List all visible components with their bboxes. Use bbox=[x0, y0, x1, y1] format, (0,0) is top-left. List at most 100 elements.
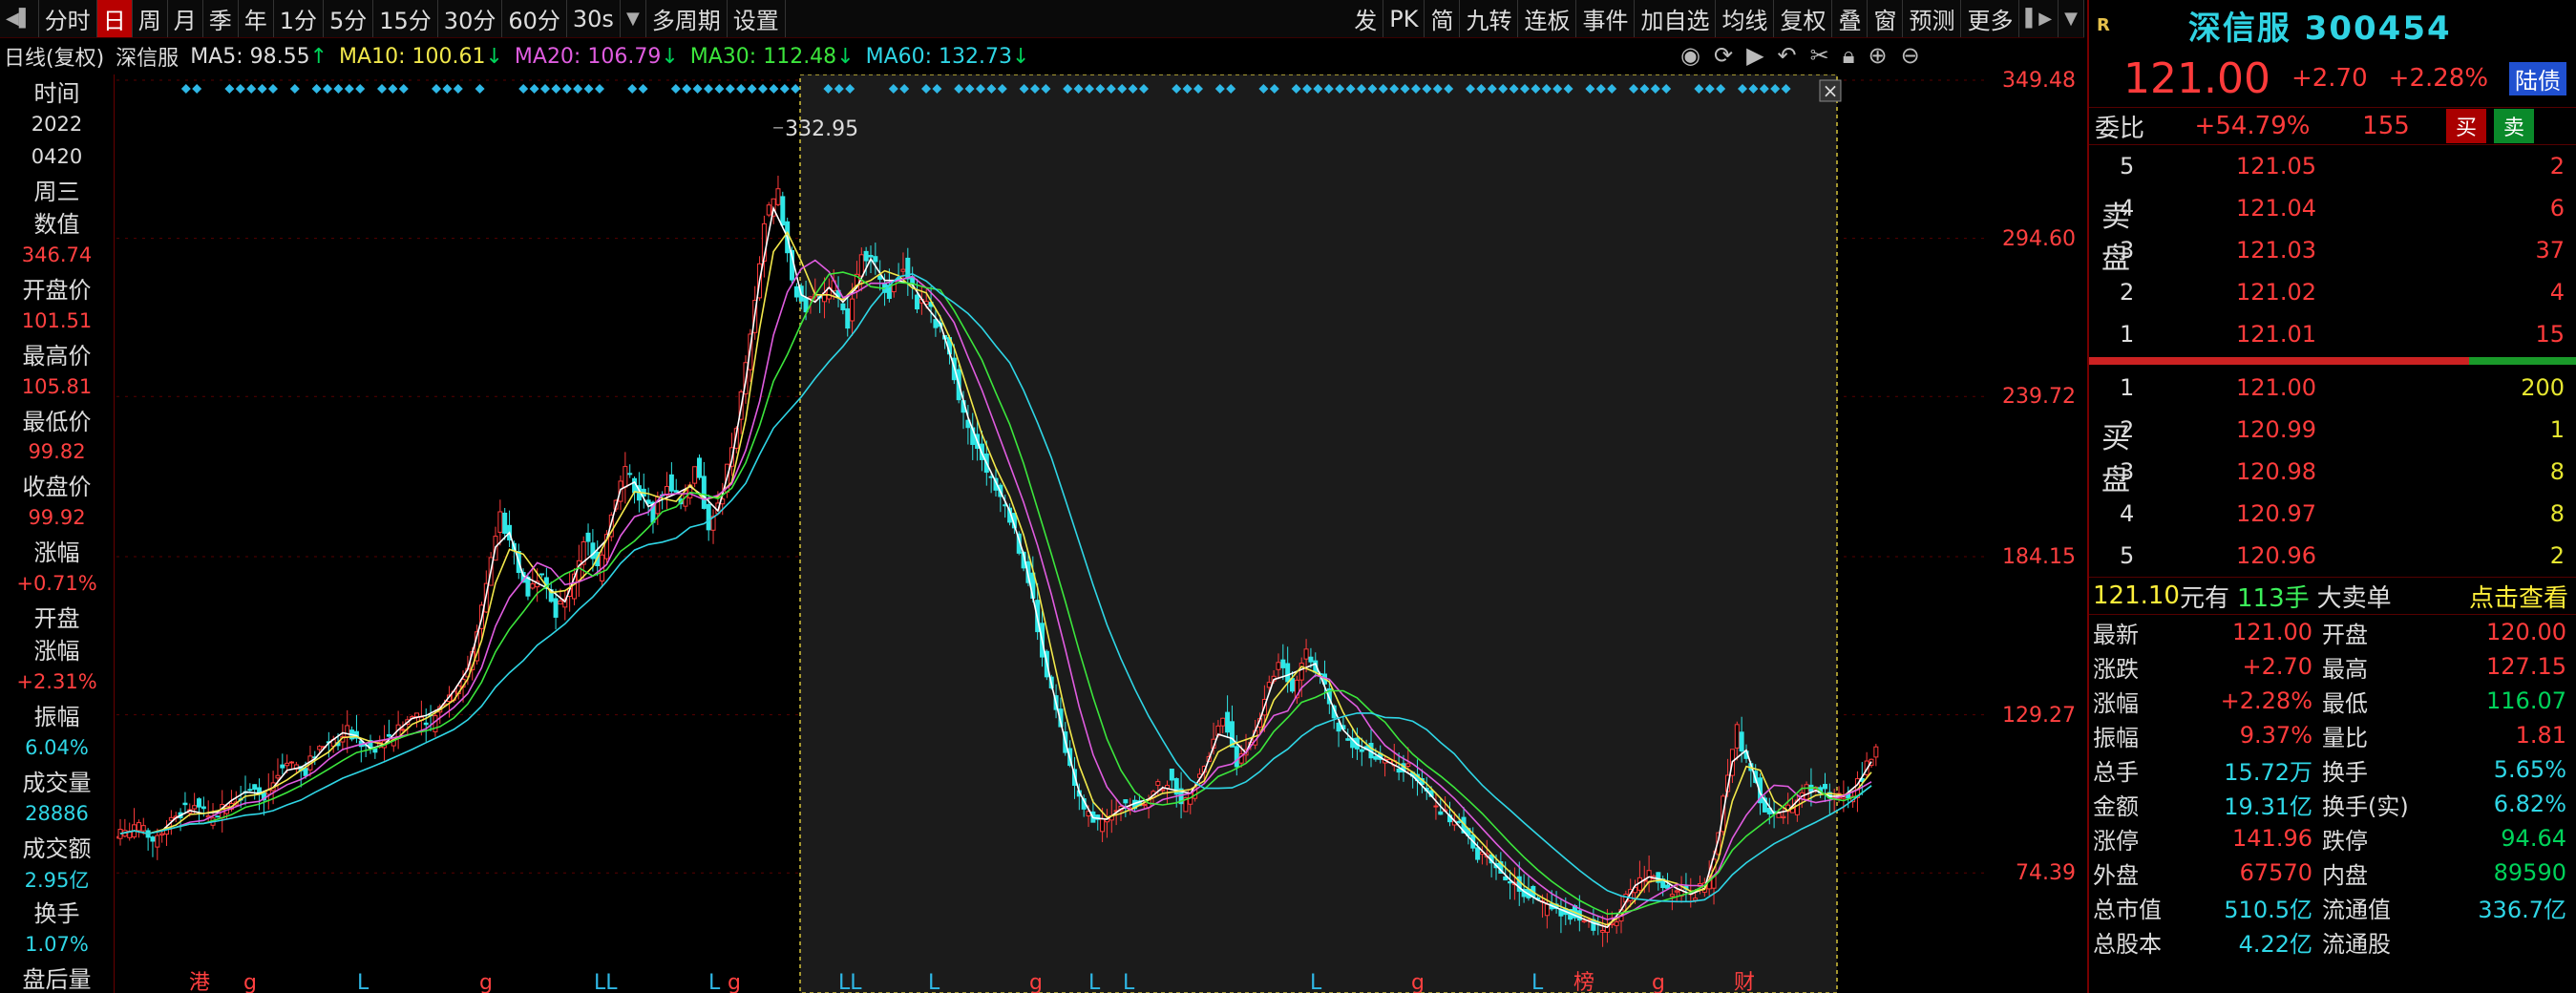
tool-button[interactable]: 复权 bbox=[1774, 0, 1833, 37]
zoom-in-icon[interactable]: ⊕ bbox=[1869, 42, 1888, 69]
tool-button[interactable]: 发 bbox=[1348, 0, 1384, 37]
candle-body bbox=[317, 746, 323, 750]
replay-icon[interactable]: ⟳ bbox=[1714, 42, 1733, 69]
close-range-button[interactable]: × bbox=[1819, 79, 1842, 102]
period-tab[interactable]: 5分 bbox=[324, 0, 374, 37]
tool-button[interactable]: 连板 bbox=[1518, 0, 1577, 37]
play-icon[interactable]: ▶ bbox=[1746, 42, 1763, 69]
period-tab[interactable]: 60分 bbox=[502, 0, 567, 37]
bond-badge[interactable]: 陆债 bbox=[2509, 61, 2567, 95]
candle-body bbox=[766, 204, 771, 216]
tool-button[interactable]: 事件 bbox=[1576, 0, 1636, 37]
sell-level-row[interactable]: 5 121.05 2 bbox=[2089, 145, 2576, 187]
left-arrow-icon[interactable]: ◀▌ bbox=[0, 0, 39, 37]
chart-type-label[interactable]: 日线(复权) bbox=[4, 41, 104, 72]
level-number: 5 bbox=[2120, 542, 2135, 569]
settings-button[interactable]: 设置 bbox=[728, 0, 786, 37]
candle-body bbox=[1804, 784, 1809, 800]
period-tab[interactable]: 1分 bbox=[274, 0, 324, 37]
candle-body bbox=[863, 250, 869, 262]
event-diamond bbox=[224, 84, 235, 94]
buy-level-row[interactable]: 1 121.00 200 bbox=[2089, 367, 2576, 409]
sell-book-title: 卖盘 bbox=[2101, 201, 2130, 276]
level-number: 1 bbox=[2120, 374, 2135, 401]
buy-button[interactable]: 买 bbox=[2446, 109, 2487, 143]
y-tick-label: 349.48 bbox=[2002, 69, 2076, 93]
period-tab[interactable]: 年 bbox=[239, 0, 274, 37]
period-tab[interactable]: 分时 bbox=[39, 0, 97, 37]
quote-label: 流通值 bbox=[2322, 896, 2391, 923]
time-label: 时间 bbox=[33, 79, 80, 107]
level-price: 121.02 bbox=[2236, 279, 2316, 306]
candle-body bbox=[692, 466, 698, 484]
candle-body bbox=[1290, 678, 1296, 692]
period-tab[interactable]: 月 bbox=[168, 0, 203, 37]
stock-title[interactable]: 深信服 300454 bbox=[2188, 2, 2452, 49]
chevron-down-icon[interactable]: ▼ bbox=[621, 0, 646, 37]
candle-body bbox=[285, 762, 290, 767]
event-marker: 港 bbox=[189, 971, 210, 993]
tool-button[interactable]: 简 bbox=[1425, 0, 1461, 37]
candle-body bbox=[497, 511, 503, 533]
tool-button[interactable]: 均线 bbox=[1716, 0, 1775, 37]
candle-body bbox=[793, 285, 799, 298]
period-tab[interactable]: 日 bbox=[96, 0, 133, 37]
tool-button[interactable]: 更多 bbox=[1961, 0, 2020, 37]
tool-button[interactable]: 窗 bbox=[1868, 0, 1904, 37]
zoom-out-icon[interactable]: ⊖ bbox=[1901, 42, 1920, 69]
sell-level-row[interactable]: 1 121.01 15 bbox=[2089, 313, 2576, 355]
candle-body bbox=[673, 490, 679, 493]
period-tab[interactable]: 30s bbox=[567, 0, 621, 37]
weibi-label: 委比 bbox=[2095, 114, 2145, 143]
candle-body bbox=[539, 573, 545, 576]
candle-body bbox=[1734, 724, 1740, 749]
undo-icon[interactable]: ↶ bbox=[1778, 42, 1797, 69]
sell-button[interactable]: 卖 bbox=[2494, 109, 2535, 143]
level-qty: 8 bbox=[2549, 500, 2565, 527]
period-tab[interactable]: 15分 bbox=[373, 0, 438, 37]
quote-value: 5.65% bbox=[2493, 756, 2566, 783]
sell-level-row[interactable]: 4 121.04 6 bbox=[2089, 187, 2576, 229]
event-diamond bbox=[192, 84, 202, 94]
eye-icon[interactable]: ◉ bbox=[1680, 42, 1700, 69]
lock-icon[interactable]: 🔒︎ bbox=[1843, 42, 1855, 69]
quote-label: 开盘 bbox=[2322, 621, 2368, 648]
level-qty: 4 bbox=[2549, 279, 2565, 306]
tool-button[interactable]: 九转 bbox=[1460, 0, 1519, 37]
kline-chart[interactable]: 332.95 港 g Lg LL Lg LL Lg L L Lg L 榜 g 财 × bbox=[116, 74, 1988, 993]
tool-button[interactable]: 加自选 bbox=[1635, 0, 1717, 37]
big-order-row[interactable]: 121.10 元有 113手 大卖单 点击查看 bbox=[2089, 577, 2576, 615]
right-arrow-icon[interactable]: ▌▶ bbox=[2019, 0, 2059, 37]
open-change-label-1: 开盘 bbox=[33, 604, 80, 632]
multi-period-button[interactable]: 多周期 bbox=[646, 0, 728, 37]
scissors-icon[interactable]: ✂ bbox=[1810, 42, 1829, 69]
sell-level-row[interactable]: 3 121.03 37 bbox=[2089, 229, 2576, 271]
svg-text:×: × bbox=[1823, 79, 1839, 102]
level-qty: 15 bbox=[2535, 321, 2565, 348]
quote-label: 最低 bbox=[2322, 689, 2368, 717]
candle-body bbox=[1693, 898, 1699, 901]
buy-level-row[interactable]: 5 120.96 2 bbox=[2089, 535, 2576, 577]
event-diamond bbox=[289, 84, 300, 94]
quote-value: 15.72万 bbox=[2224, 758, 2312, 786]
chart-tools: ◉ ⟳ ▶ ↶ ✂ 🔒︎ ⊕ ⊖ bbox=[1680, 42, 1920, 69]
period-tab[interactable]: 周 bbox=[133, 0, 168, 37]
amount-value: 2.95亿 bbox=[24, 868, 90, 892]
sell-level-row[interactable]: 2 121.02 4 bbox=[2089, 271, 2576, 313]
period-tab[interactable]: 30分 bbox=[438, 0, 503, 37]
close-value: 99.92 bbox=[28, 506, 86, 530]
buy-level-row[interactable]: 3 120.98 8 bbox=[2089, 451, 2576, 493]
open-value: 101.51 bbox=[21, 308, 93, 332]
buy-level-row[interactable]: 4 120.97 8 bbox=[2089, 493, 2576, 535]
high-value: 105.81 bbox=[21, 374, 93, 398]
period-tab[interactable]: 季 bbox=[203, 0, 239, 37]
tool-button[interactable]: 叠 bbox=[1832, 0, 1869, 37]
tool-button[interactable]: PK bbox=[1383, 0, 1425, 37]
event-diamond bbox=[627, 84, 638, 94]
tool-button[interactable]: 预测 bbox=[1903, 0, 1962, 37]
click-view-link[interactable]: 点击查看 bbox=[2469, 579, 2576, 614]
event-marker: L bbox=[708, 971, 721, 993]
buy-level-row[interactable]: 2 120.99 1 bbox=[2089, 409, 2576, 451]
chevron-down-icon[interactable]: ▼ bbox=[2059, 0, 2084, 37]
candle-body bbox=[701, 475, 707, 509]
